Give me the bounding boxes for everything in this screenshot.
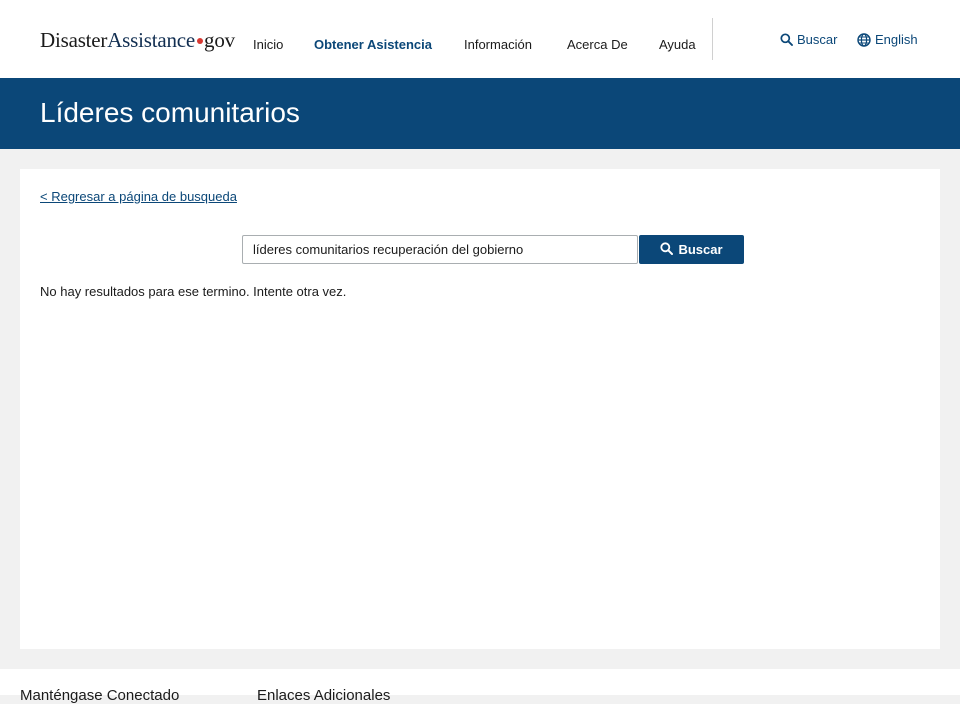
site-footer: Manténgase Conectado Enlaces Adicionales (0, 669, 960, 704)
logo-text-gov: gov (204, 28, 235, 52)
search-icon (660, 241, 674, 258)
logo-dot-icon (197, 38, 204, 45)
site-logo[interactable]: DisasterAssistance gov (40, 28, 235, 53)
language-link[interactable]: English (857, 32, 918, 47)
nav-item-inicio[interactable]: Inicio (253, 37, 283, 52)
no-results-message: No hay resultados para ese termino. Inte… (40, 284, 347, 299)
logo-text-disaster: Disaster (40, 28, 108, 52)
header-search-label: Buscar (797, 32, 838, 47)
page-title: Líderes comunitarios (40, 97, 300, 128)
logo-text-assistance: Assistance (107, 28, 196, 52)
header-search-link[interactable]: Buscar (780, 32, 837, 47)
nav-item-ayuda[interactable]: Ayuda (659, 37, 696, 52)
nav-divider (712, 18, 713, 60)
search-results-panel: < Regresar a página de busqueda Buscar N… (20, 169, 940, 649)
language-label: English (875, 32, 918, 47)
site-header: DisasterAssistance gov Inicio Obtener Asi… (0, 0, 960, 78)
back-to-search-link[interactable]: < Regresar a página de busqueda (40, 189, 237, 204)
page-banner: Líderes comunitarios (0, 78, 960, 149)
footer-heading-stay-connected: Manténgase Conectado (20, 687, 180, 704)
search-button[interactable]: Buscar (639, 235, 744, 264)
search-button-label: Buscar (678, 242, 723, 257)
nav-item-acerca-de[interactable]: Acerca De (567, 37, 628, 52)
search-icon (780, 33, 793, 46)
nav-item-obtener-asistencia[interactable]: Obtener Asistencia (314, 37, 432, 52)
globe-icon (857, 32, 871, 47)
search-input[interactable] (242, 235, 638, 264)
footer-heading-additional-links: Enlaces Adicionales (257, 687, 391, 704)
nav-item-informacion[interactable]: Información (464, 37, 532, 52)
